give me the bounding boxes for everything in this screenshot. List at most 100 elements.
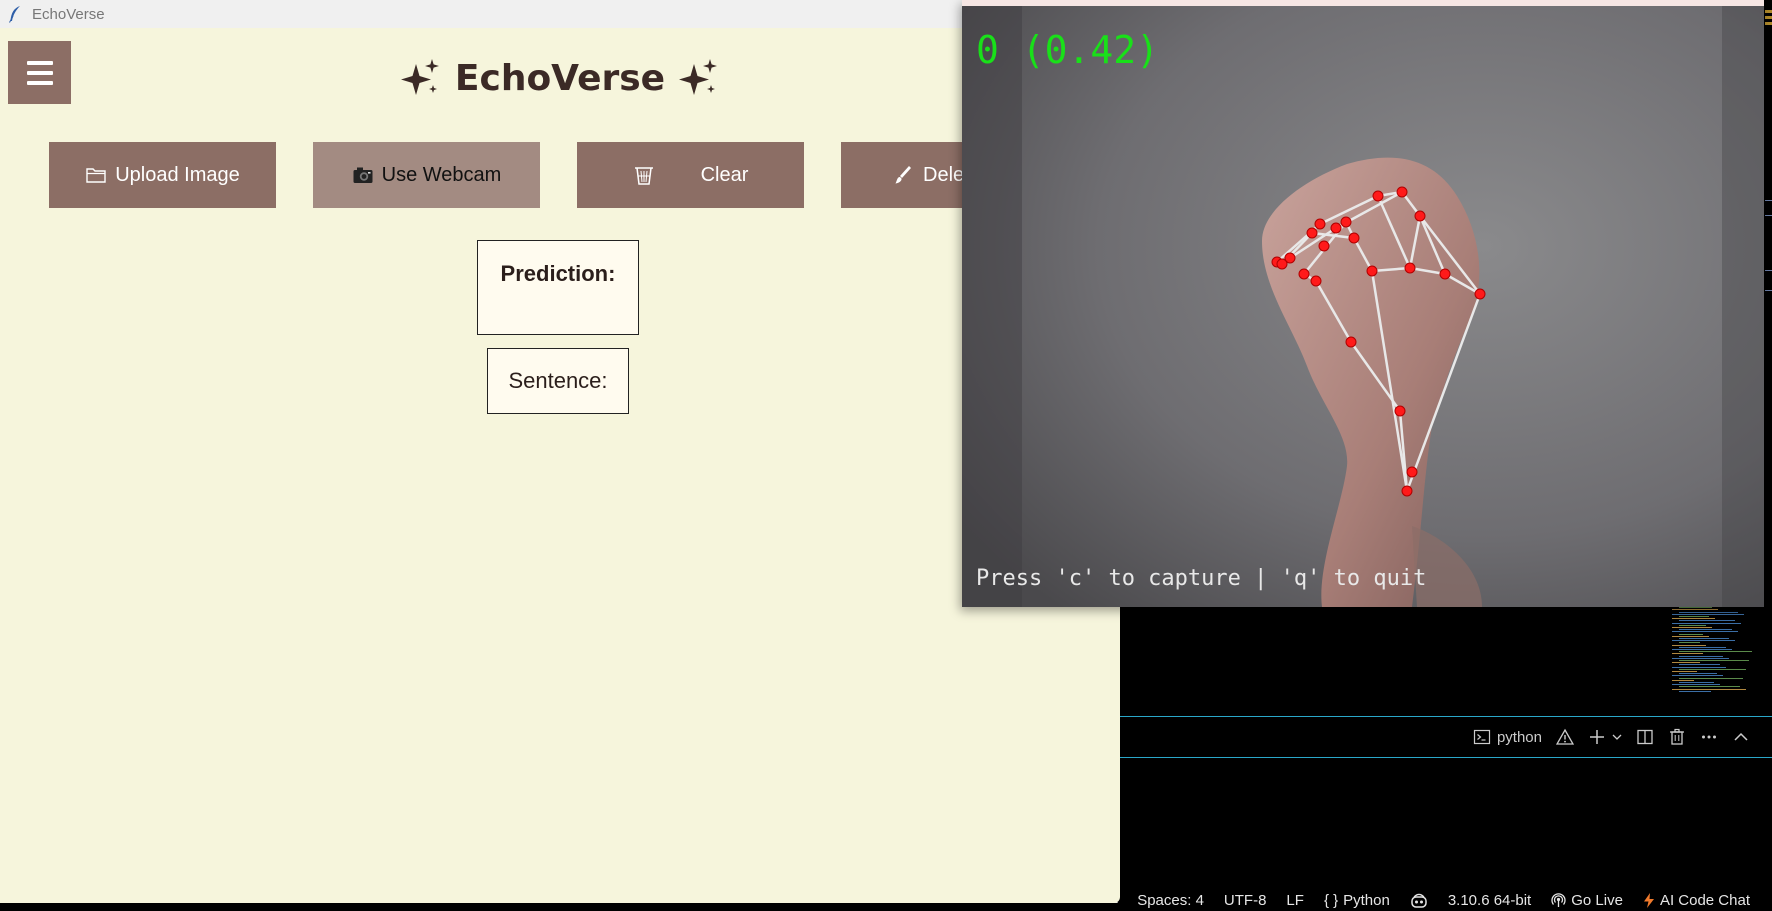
- minimap-line: [1672, 622, 1741, 624]
- minimap-line: [1672, 609, 1718, 611]
- indentation-status[interactable]: Spaces: 4: [1137, 892, 1204, 909]
- language-mode[interactable]: { } Python: [1324, 892, 1390, 909]
- prediction-box: Prediction:: [477, 240, 639, 335]
- hamburger-menu-button[interactable]: [8, 41, 71, 104]
- minimap-line: [1672, 662, 1700, 664]
- minimap-line: [1672, 631, 1738, 633]
- trash-icon[interactable]: [1668, 728, 1686, 746]
- feather-icon: [9, 6, 20, 23]
- minimap-line: [1679, 660, 1749, 661]
- minimap-line: [1679, 624, 1706, 626]
- delete-label: Dele: [923, 163, 965, 186]
- sentence-label: Sentence:: [508, 368, 608, 393]
- webcam-window[interactable]: 0 (0.42) Press 'c' to capture | 'q' to q…: [962, 0, 1764, 607]
- minimap-line: [1679, 673, 1717, 675]
- minimap-line: [1679, 629, 1732, 631]
- clear-button[interactable]: Clear: [577, 142, 804, 208]
- minimap-line: [1672, 653, 1703, 655]
- camera-icon: [353, 167, 373, 183]
- ai-code-chat-label: AI Code Chat: [1659, 892, 1750, 909]
- minimap-line: [1679, 620, 1735, 622]
- braces-icon: { }: [1323, 892, 1339, 909]
- clear-label: Clear: [700, 163, 749, 186]
- terminal-icon: [1473, 729, 1491, 745]
- sentence-box: Sentence:: [487, 348, 629, 414]
- minimap-line: [1679, 664, 1720, 666]
- trash-icon: [634, 167, 653, 185]
- minimap-line: [1672, 627, 1712, 628]
- menu-bar-icon: [26, 80, 53, 85]
- lightning-icon: [1643, 893, 1654, 908]
- echoverse-window: EchoVerse EchoVerse Upload Image Use Web…: [0, 0, 1120, 903]
- prediction-overlay: 0 (0.42): [976, 28, 1160, 72]
- menu-bar-icon: [26, 70, 53, 75]
- minimap-line: [1679, 677, 1743, 679]
- terminal-selector[interactable]: python: [1473, 728, 1542, 746]
- chevron-up-icon[interactable]: [1732, 728, 1750, 746]
- chevron-down-icon: [1612, 734, 1622, 740]
- add-icon: [1590, 730, 1604, 744]
- minimap-line: [1672, 644, 1706, 646]
- editor-scroll-markers: [1765, 0, 1772, 300]
- minimap-line: [1672, 657, 1729, 659]
- use-webcam-button[interactable]: Use Webcam: [313, 142, 540, 208]
- minimap-line: [1672, 666, 1726, 668]
- upload-image-button[interactable]: Upload Image: [49, 142, 276, 208]
- minimap-line: [1672, 613, 1744, 615]
- minimap-line: [1679, 633, 1703, 635]
- brush-icon: [895, 166, 911, 184]
- app-title: EchoVerse: [390, 50, 730, 106]
- panel-divider-bottom: [1120, 757, 1772, 758]
- minimap-line: [1672, 679, 1694, 681]
- minimap-line: [1679, 682, 1714, 683]
- warning-icon[interactable]: [1556, 728, 1574, 746]
- minimap-line: [1679, 655, 1723, 657]
- sparkles-icon: [400, 59, 439, 95]
- terminal-shell-label: python: [1496, 728, 1542, 746]
- minimap-line: [1679, 611, 1738, 613]
- more-icon[interactable]: [1700, 728, 1718, 746]
- go-live-label: Go Live: [1571, 892, 1623, 909]
- minimap-line: [1672, 684, 1720, 686]
- webcam-feed: [962, 6, 1764, 607]
- minimap-line: [1672, 671, 1697, 672]
- minimap-line: [1679, 690, 1711, 692]
- upload-image-label: Upload Image: [115, 163, 240, 186]
- eol-status[interactable]: LF: [1286, 892, 1304, 909]
- copilot-icon[interactable]: [1410, 893, 1428, 909]
- minimap-line: [1679, 607, 1712, 609]
- status-bar-right: Spaces: 4 UTF-8 LF { } Python 3.10.6 64-…: [1137, 890, 1750, 911]
- sparkles-icon: [679, 59, 718, 95]
- interpreter-status[interactable]: 3.10.6 64-bit: [1448, 892, 1531, 909]
- broadcast-icon: [1551, 893, 1566, 907]
- minimap-line: [1679, 686, 1740, 688]
- prediction-label: Prediction:: [500, 261, 616, 286]
- minimap-line: [1679, 616, 1709, 617]
- language-label: Python: [1343, 892, 1390, 909]
- split-icon[interactable]: [1636, 728, 1654, 746]
- app-title-text: EchoVerse: [454, 57, 666, 99]
- minimap-line: [1672, 649, 1732, 650]
- minimap-line: [1672, 635, 1709, 637]
- minimap-line: [1679, 668, 1746, 670]
- ai-code-chat-button[interactable]: AI Code Chat: [1643, 892, 1750, 909]
- encoding-status[interactable]: UTF-8: [1224, 892, 1267, 909]
- go-live-button[interactable]: Go Live: [1551, 892, 1623, 909]
- minimap-line: [1672, 688, 1746, 690]
- editor-minimap[interactable]: [1672, 605, 1762, 695]
- menu-bar-icon: [26, 60, 53, 65]
- minimap-line: [1672, 675, 1723, 677]
- window-titlebar: EchoVerse: [0, 0, 1120, 28]
- window-title: EchoVerse: [32, 5, 105, 23]
- terminal-toolbar: python: [1120, 717, 1772, 757]
- minimap-line: [1679, 642, 1700, 644]
- folder-icon: [86, 168, 106, 183]
- minimap-line: [1672, 618, 1715, 620]
- minimap-line: [1672, 640, 1735, 642]
- new-terminal-button[interactable]: [1588, 728, 1622, 746]
- minimap-line: [1679, 651, 1752, 653]
- minimap-line: [1679, 638, 1729, 639]
- webcam-instructions: Press 'c' to capture | 'q' to quit: [976, 566, 1427, 591]
- minimap-line: [1679, 646, 1726, 648]
- use-webcam-label: Use Webcam: [381, 163, 502, 186]
